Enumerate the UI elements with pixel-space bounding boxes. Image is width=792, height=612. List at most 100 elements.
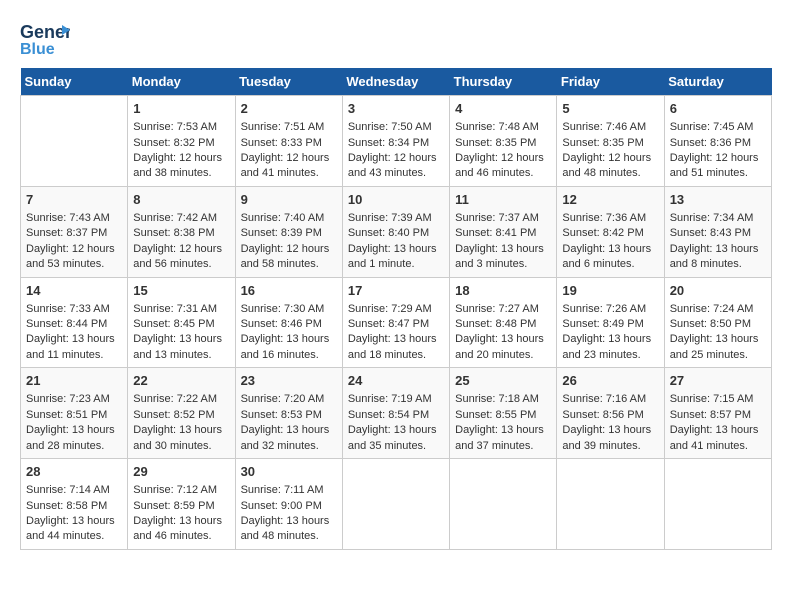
daylight-text: Daylight: 12 hours and 58 minutes. — [241, 243, 330, 270]
sunrise-text: Sunrise: 7:11 AM — [241, 484, 324, 496]
day-number: 10 — [348, 191, 444, 209]
sunrise-text: Sunrise: 7:27 AM — [455, 303, 539, 315]
day-header-friday: Friday — [557, 68, 664, 96]
sunrise-text: Sunrise: 7:33 AM — [26, 303, 110, 315]
sunset-text: Sunset: 8:59 PM — [133, 500, 214, 512]
calendar-cell: 23 Sunrise: 7:20 AM Sunset: 8:53 PM Dayl… — [235, 368, 342, 459]
sunset-text: Sunset: 8:35 PM — [562, 137, 643, 149]
daylight-text: Daylight: 13 hours and 1 minute. — [348, 243, 437, 270]
sunrise-text: Sunrise: 7:39 AM — [348, 212, 432, 224]
sunset-text: Sunset: 8:46 PM — [241, 318, 322, 330]
calendar-cell: 11 Sunrise: 7:37 AM Sunset: 8:41 PM Dayl… — [450, 186, 557, 277]
page-header: General Blue — [20, 20, 772, 60]
calendar-cell: 20 Sunrise: 7:24 AM Sunset: 8:50 PM Dayl… — [664, 277, 771, 368]
calendar-cell: 12 Sunrise: 7:36 AM Sunset: 8:42 PM Dayl… — [557, 186, 664, 277]
daylight-text: Daylight: 13 hours and 48 minutes. — [241, 515, 330, 542]
calendar-cell: 25 Sunrise: 7:18 AM Sunset: 8:55 PM Dayl… — [450, 368, 557, 459]
sunrise-text: Sunrise: 7:45 AM — [670, 121, 754, 133]
daylight-text: Daylight: 13 hours and 11 minutes. — [26, 333, 115, 360]
calendar-cell: 29 Sunrise: 7:12 AM Sunset: 8:59 PM Dayl… — [128, 459, 235, 550]
calendar-cell: 17 Sunrise: 7:29 AM Sunset: 8:47 PM Dayl… — [342, 277, 449, 368]
daylight-text: Daylight: 12 hours and 51 minutes. — [670, 152, 759, 179]
sunrise-text: Sunrise: 7:24 AM — [670, 303, 754, 315]
sunset-text: Sunset: 8:45 PM — [133, 318, 214, 330]
calendar-cell: 19 Sunrise: 7:26 AM Sunset: 8:49 PM Dayl… — [557, 277, 664, 368]
calendar-cell — [450, 459, 557, 550]
sunrise-text: Sunrise: 7:43 AM — [26, 212, 110, 224]
sunrise-text: Sunrise: 7:51 AM — [241, 121, 325, 133]
day-number: 2 — [241, 100, 337, 118]
daylight-text: Daylight: 13 hours and 41 minutes. — [670, 424, 759, 451]
calendar-cell: 18 Sunrise: 7:27 AM Sunset: 8:48 PM Dayl… — [450, 277, 557, 368]
daylight-text: Daylight: 12 hours and 41 minutes. — [241, 152, 330, 179]
sunset-text: Sunset: 8:55 PM — [455, 409, 536, 421]
calendar-cell: 16 Sunrise: 7:30 AM Sunset: 8:46 PM Dayl… — [235, 277, 342, 368]
daylight-text: Daylight: 13 hours and 18 minutes. — [348, 333, 437, 360]
day-header-monday: Monday — [128, 68, 235, 96]
sunrise-text: Sunrise: 7:26 AM — [562, 303, 646, 315]
sunset-text: Sunset: 8:43 PM — [670, 227, 751, 239]
daylight-text: Daylight: 12 hours and 48 minutes. — [562, 152, 651, 179]
sunrise-text: Sunrise: 7:34 AM — [670, 212, 754, 224]
daylight-text: Daylight: 13 hours and 8 minutes. — [670, 243, 759, 270]
day-number: 6 — [670, 100, 766, 118]
calendar-cell: 26 Sunrise: 7:16 AM Sunset: 8:56 PM Dayl… — [557, 368, 664, 459]
sunrise-text: Sunrise: 7:53 AM — [133, 121, 217, 133]
calendar-header-row: SundayMondayTuesdayWednesdayThursdayFrid… — [21, 68, 772, 96]
sunrise-text: Sunrise: 7:30 AM — [241, 303, 325, 315]
sunrise-text: Sunrise: 7:18 AM — [455, 393, 539, 405]
day-header-wednesday: Wednesday — [342, 68, 449, 96]
sunrise-text: Sunrise: 7:29 AM — [348, 303, 432, 315]
sunset-text: Sunset: 8:47 PM — [348, 318, 429, 330]
day-header-saturday: Saturday — [664, 68, 771, 96]
daylight-text: Daylight: 13 hours and 30 minutes. — [133, 424, 222, 451]
day-number: 12 — [562, 191, 658, 209]
daylight-text: Daylight: 12 hours and 38 minutes. — [133, 152, 222, 179]
daylight-text: Daylight: 13 hours and 39 minutes. — [562, 424, 651, 451]
day-number: 22 — [133, 372, 229, 390]
calendar-cell: 13 Sunrise: 7:34 AM Sunset: 8:43 PM Dayl… — [664, 186, 771, 277]
calendar-cell: 28 Sunrise: 7:14 AM Sunset: 8:58 PM Dayl… — [21, 459, 128, 550]
sunset-text: Sunset: 8:58 PM — [26, 500, 107, 512]
daylight-text: Daylight: 13 hours and 23 minutes. — [562, 333, 651, 360]
calendar-cell: 30 Sunrise: 7:11 AM Sunset: 9:00 PM Dayl… — [235, 459, 342, 550]
day-header-thursday: Thursday — [450, 68, 557, 96]
daylight-text: Daylight: 13 hours and 3 minutes. — [455, 243, 544, 270]
logo: General Blue — [20, 20, 70, 60]
daylight-text: Daylight: 13 hours and 32 minutes. — [241, 424, 330, 451]
daylight-text: Daylight: 12 hours and 43 minutes. — [348, 152, 437, 179]
sunset-text: Sunset: 8:42 PM — [562, 227, 643, 239]
day-number: 25 — [455, 372, 551, 390]
day-number: 18 — [455, 282, 551, 300]
sunset-text: Sunset: 8:32 PM — [133, 137, 214, 149]
calendar-cell: 1 Sunrise: 7:53 AM Sunset: 8:32 PM Dayli… — [128, 96, 235, 187]
daylight-text: Daylight: 13 hours and 35 minutes. — [348, 424, 437, 451]
day-number: 13 — [670, 191, 766, 209]
calendar-cell: 21 Sunrise: 7:23 AM Sunset: 8:51 PM Dayl… — [21, 368, 128, 459]
daylight-text: Daylight: 13 hours and 44 minutes. — [26, 515, 115, 542]
calendar-cell: 24 Sunrise: 7:19 AM Sunset: 8:54 PM Dayl… — [342, 368, 449, 459]
daylight-text: Daylight: 13 hours and 13 minutes. — [133, 333, 222, 360]
sunrise-text: Sunrise: 7:40 AM — [241, 212, 325, 224]
calendar-cell: 6 Sunrise: 7:45 AM Sunset: 8:36 PM Dayli… — [664, 96, 771, 187]
sunset-text: Sunset: 8:35 PM — [455, 137, 536, 149]
day-number: 17 — [348, 282, 444, 300]
sunset-text: Sunset: 8:37 PM — [26, 227, 107, 239]
sunrise-text: Sunrise: 7:19 AM — [348, 393, 432, 405]
sunrise-text: Sunrise: 7:15 AM — [670, 393, 754, 405]
daylight-text: Daylight: 12 hours and 53 minutes. — [26, 243, 115, 270]
sunrise-text: Sunrise: 7:23 AM — [26, 393, 110, 405]
day-number: 16 — [241, 282, 337, 300]
day-number: 29 — [133, 463, 229, 481]
sunset-text: Sunset: 8:38 PM — [133, 227, 214, 239]
sunset-text: Sunset: 8:40 PM — [348, 227, 429, 239]
calendar-body: 1 Sunrise: 7:53 AM Sunset: 8:32 PM Dayli… — [21, 96, 772, 550]
day-number: 24 — [348, 372, 444, 390]
sunrise-text: Sunrise: 7:37 AM — [455, 212, 539, 224]
sunrise-text: Sunrise: 7:46 AM — [562, 121, 646, 133]
day-number: 8 — [133, 191, 229, 209]
day-number: 26 — [562, 372, 658, 390]
calendar-cell: 8 Sunrise: 7:42 AM Sunset: 8:38 PM Dayli… — [128, 186, 235, 277]
day-number: 21 — [26, 372, 122, 390]
calendar-week-1: 1 Sunrise: 7:53 AM Sunset: 8:32 PM Dayli… — [21, 96, 772, 187]
